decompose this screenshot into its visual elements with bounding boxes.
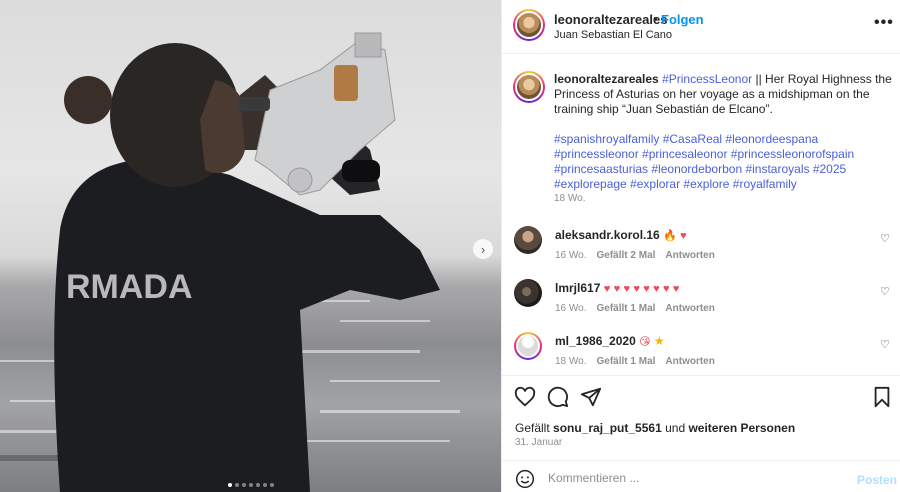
comment-likes[interactable]: Gefällt 1 Mal xyxy=(597,356,656,367)
chevron-right-icon: › xyxy=(480,241,486,257)
comment-meta: 16 Wo. Gefällt 2 Mal Antworten xyxy=(555,250,715,261)
carousel-next-button[interactable]: › xyxy=(473,239,493,259)
comment-time: 16 Wo. xyxy=(555,250,587,261)
comment-username[interactable]: aleksandr.korol.16 xyxy=(555,228,660,242)
heart-emoji: ♥ xyxy=(633,283,640,295)
comment-input[interactable] xyxy=(548,468,848,488)
reply-button[interactable]: Antworten xyxy=(665,250,714,261)
jacket-text: RMADA xyxy=(66,268,193,306)
comment-username[interactable]: lmrjl617 xyxy=(555,281,600,295)
comment-username[interactable]: ml_1986_2020 xyxy=(555,334,636,348)
comment-item: ml_1986_2020 😘 ★ 18 Wo. Gefällt 1 Mal An… xyxy=(502,332,900,376)
comment-bubble-icon[interactable] xyxy=(547,386,569,408)
caption-username[interactable]: leonoraltezareales xyxy=(554,72,659,86)
comment-time: 16 Wo. xyxy=(555,303,587,314)
caption-mention[interactable]: #PrincessLeonor xyxy=(662,72,752,86)
like-comment-icon[interactable]: ♡ xyxy=(880,338,890,351)
carousel-dots xyxy=(0,483,501,487)
photo-illustration: RMADA xyxy=(0,32,460,492)
heart-emoji: ♥ xyxy=(662,283,670,295)
like-comment-icon[interactable]: ♡ xyxy=(880,285,890,298)
author-username[interactable]: leonoraltezareales xyxy=(554,12,667,27)
heart-emoji: ♥ xyxy=(623,283,630,295)
post-location[interactable]: Juan Sebastian El Cano xyxy=(554,29,672,41)
comment-text: ml_1986_2020 😘 ★ xyxy=(555,334,665,348)
post-comment-button[interactable]: Posten xyxy=(857,473,897,487)
commenter-avatar[interactable] xyxy=(514,332,542,360)
reply-button[interactable]: Antworten xyxy=(665,303,714,314)
like-comment-icon[interactable]: ♡ xyxy=(880,232,890,245)
likes-summary: Gefällt sonu_raj_put_5561 und weiteren P… xyxy=(515,421,795,435)
comment-likes[interactable]: Gefällt 2 Mal xyxy=(597,250,656,261)
bookmark-icon[interactable] xyxy=(871,386,893,408)
fire-emoji: 🔥 xyxy=(663,230,677,242)
likes-others[interactable]: weiteren Personen xyxy=(688,421,795,435)
heart-emoji: ♥ xyxy=(643,283,650,295)
carousel-dot[interactable] xyxy=(262,483,267,487)
comment-meta: 18 Wo. Gefällt 1 Mal Antworten xyxy=(555,356,715,367)
caption-text: leonoraltezareales #PrincessLeonor || He… xyxy=(554,72,894,192)
comment-text: aleksandr.korol.16 🔥 ♥ xyxy=(555,228,687,242)
comment-likes[interactable]: Gefällt 1 Mal xyxy=(597,303,656,314)
more-options-icon[interactable]: ••• xyxy=(874,14,894,32)
carousel-dot[interactable] xyxy=(234,483,239,487)
comment-meta: 16 Wo. Gefällt 1 Mal Antworten xyxy=(555,303,715,314)
follow-button[interactable]: Folgen xyxy=(661,12,704,27)
heart-emoji: ♥ xyxy=(672,283,680,295)
emoji-icon[interactable] xyxy=(515,469,535,489)
divider xyxy=(502,375,900,376)
caption-hashtags[interactable]: #spanishroyalfamily #CasaReal #leonordee… xyxy=(554,132,894,192)
author-avatar[interactable] xyxy=(513,9,545,41)
heart-emoji: ♥ xyxy=(680,230,687,242)
comment-item: lmrjl617 ♥ ♥ ♥ ♥ ♥ ♥ ♥ ♥ 16 Wo. Gefällt … xyxy=(502,279,900,323)
likes-prefix: Gefällt xyxy=(515,421,550,435)
heart-emoji: ♥ xyxy=(603,283,611,295)
comment-text: lmrjl617 ♥ ♥ ♥ ♥ ♥ ♥ ♥ ♥ xyxy=(555,281,679,295)
separator-dot: • xyxy=(653,11,658,26)
post-header: leonoraltezareales • Folgen Juan Sebasti… xyxy=(502,0,900,54)
heart-emoji: ♥ xyxy=(653,283,660,295)
caption-time: 18 Wo. xyxy=(554,193,586,204)
post-photo[interactable]: RMADA › xyxy=(0,0,501,492)
caption-avatar[interactable] xyxy=(513,71,545,103)
kiss-emoji: 😘 xyxy=(639,336,651,348)
comment-time: 18 Wo. xyxy=(555,356,587,367)
star-emoji: ★ xyxy=(653,334,665,348)
commenter-avatar[interactable] xyxy=(514,279,542,307)
post-details-panel: leonoraltezareales • Folgen Juan Sebasti… xyxy=(501,0,900,492)
post-date: 31. Januar xyxy=(515,437,563,448)
carousel-dot[interactable] xyxy=(241,483,246,487)
commenter-avatar[interactable] xyxy=(514,226,542,254)
comment-item: aleksandr.korol.16 🔥 ♥ 16 Wo. Gefällt 2 … xyxy=(502,226,900,270)
heart-emoji: ♥ xyxy=(613,283,621,295)
carousel-dot[interactable] xyxy=(269,483,274,487)
like-heart-icon[interactable] xyxy=(514,386,536,408)
carousel-dot[interactable] xyxy=(248,483,253,487)
share-send-icon[interactable] xyxy=(580,386,602,408)
carousel-dot[interactable] xyxy=(255,483,260,487)
likes-user[interactable]: sonu_raj_put_5561 xyxy=(553,421,662,435)
reply-button[interactable]: Antworten xyxy=(665,356,714,367)
carousel-dot[interactable] xyxy=(227,483,232,487)
likes-middle: und xyxy=(665,421,686,435)
comment-bar: Posten xyxy=(502,460,900,492)
